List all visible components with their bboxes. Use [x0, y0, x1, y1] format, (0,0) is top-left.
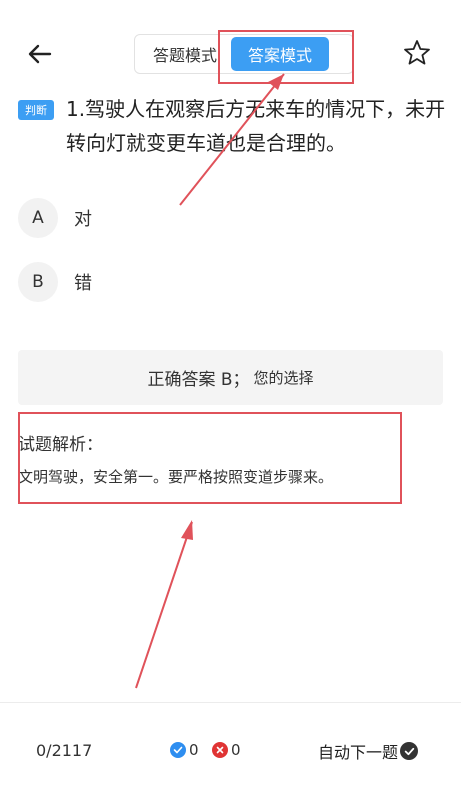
- check-circle-icon: [170, 742, 186, 758]
- wrong-count-value: 0: [231, 741, 241, 759]
- mode-toggle: 答题模式 答案模式: [134, 34, 354, 74]
- annotation-box-analysis: [18, 412, 402, 504]
- top-bar: 答题模式 答案模式: [0, 0, 461, 100]
- option-b-text: 错: [74, 273, 92, 294]
- auto-next-toggle[interactable]: 自动下一题: [318, 739, 419, 763]
- option-b-letter: B: [18, 262, 58, 302]
- check-filled-icon: [400, 742, 419, 760]
- question-type-badge: 判断: [18, 100, 54, 120]
- annotation-arrow-bottom: [135, 521, 193, 689]
- tab-answer-mode[interactable]: 答案模式: [231, 37, 329, 71]
- arrow-left-icon: [28, 44, 52, 64]
- bottom-bar: 0/2117 0 0 自动下一题: [0, 702, 461, 800]
- auto-next-label: 自动下一题: [318, 743, 399, 762]
- progress-counter: 0/2117: [36, 741, 93, 760]
- back-button[interactable]: [24, 40, 56, 68]
- analysis-title: 试题解析：: [18, 435, 103, 455]
- favorite-button[interactable]: [402, 38, 432, 68]
- wrong-count: 0: [212, 741, 241, 759]
- analysis-text: 文明驾驶，安全第一。要严格按照变道步骤来。: [18, 468, 334, 486]
- tab-quiz-mode[interactable]: 答题模式: [139, 37, 231, 71]
- annotation-arrowhead-bottom: [181, 520, 193, 540]
- correct-count: 0: [170, 741, 199, 759]
- your-choice-label: 您的选择: [253, 369, 314, 387]
- answer-result-bar: 正确答案 B； 您的选择: [18, 350, 443, 405]
- x-circle-icon: [212, 742, 228, 758]
- correct-answer-label: 正确答案 B；: [147, 370, 250, 390]
- star-outline-icon: [404, 40, 430, 65]
- option-a-text: 对: [74, 209, 92, 230]
- correct-count-value: 0: [189, 741, 199, 759]
- option-b[interactable]: B 错: [18, 260, 318, 304]
- option-a[interactable]: A 对: [18, 196, 318, 240]
- question-text: 1.驾驶人在观察后方无来车的情况下，未开转向灯就变更车道也是合理的。: [66, 97, 446, 155]
- option-a-letter: A: [18, 198, 58, 238]
